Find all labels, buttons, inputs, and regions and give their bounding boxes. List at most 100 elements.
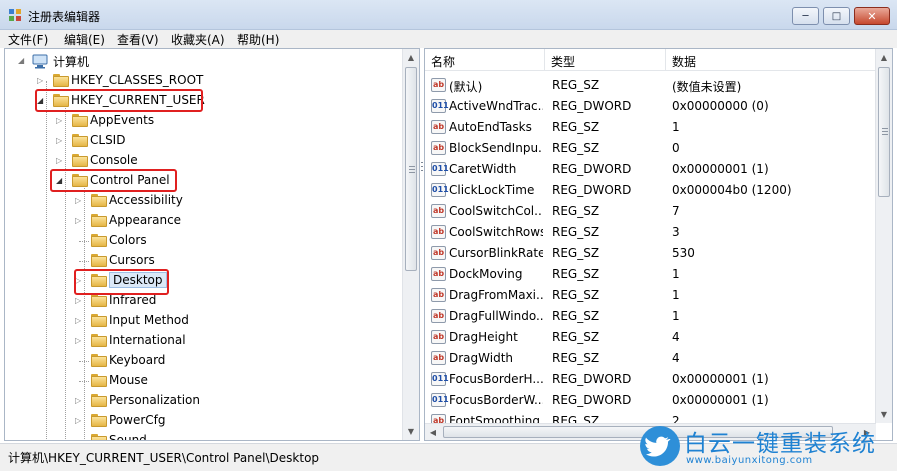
expand-arrow-icon[interactable]: ▷ <box>56 155 66 167</box>
tree-item[interactable]: Cursors <box>5 251 401 271</box>
menu-view[interactable]: 查看(V) <box>117 31 159 48</box>
scroll-down-arrow-icon[interactable]: ▼ <box>403 423 419 439</box>
folder-icon <box>91 394 107 407</box>
tree-item-label: Control Panel <box>90 173 170 187</box>
column-header-name[interactable]: 名称 <box>425 49 545 71</box>
tree-item[interactable]: Keyboard <box>5 351 401 371</box>
value-name: DragFullWindo... <box>449 309 543 323</box>
scroll-down-arrow-icon[interactable]: ▼ <box>876 406 892 422</box>
tree-item[interactable]: ▷ Accessibility <box>5 191 401 211</box>
tree-item[interactable]: ▷ HKEY_CLASSES_ROOT <box>5 71 401 91</box>
column-header-type[interactable]: 类型 <box>545 49 666 71</box>
tree-item[interactable]: ▷ Appearance <box>5 211 401 231</box>
collapse-arrow-icon[interactable]: ◢ <box>56 175 66 187</box>
tree-root-computer[interactable]: ◢ 计算机 <box>5 51 401 71</box>
value-row[interactable]: ab CoolSwitchCol... REG_SZ 7 <box>425 201 876 222</box>
tree-connector <box>79 361 89 362</box>
column-header-data[interactable]: 数据 <box>666 49 876 71</box>
scroll-left-arrow-icon[interactable]: ◀ <box>425 424 441 440</box>
tree-item[interactable]: ▷ International <box>5 331 401 351</box>
value-row[interactable]: ab AutoEndTasks REG_SZ 1 <box>425 117 876 138</box>
value-data: 1 <box>672 309 680 323</box>
folder-icon <box>91 374 107 387</box>
tree-item[interactable]: ▷ Personalization <box>5 391 401 411</box>
tree-item[interactable]: ◢ HKEY_CURRENT_USER <box>5 91 401 111</box>
value-name: (默认) <box>449 80 483 94</box>
string-value-icon: ab <box>431 288 446 302</box>
value-row[interactable]: 011 ActiveWndTrac... REG_DWORD 0x00000000 (… <box>425 96 876 117</box>
tree-item[interactable]: ◢ Control Panel <box>5 171 401 191</box>
value-row[interactable]: ab CoolSwitchRows REG_SZ 3 <box>425 222 876 243</box>
expand-arrow-icon[interactable]: ▷ <box>75 335 85 347</box>
key-tree-pane[interactable]: ◢ 计算机 ▷ HKEY_CLASSES_ROOT ◢ HKEY_CURRENT_US… <box>4 48 420 441</box>
expand-arrow-icon[interactable]: ▷ <box>75 415 85 427</box>
expand-arrow-icon[interactable]: ▷ <box>75 215 85 227</box>
menu-file[interactable]: 文件(F) <box>8 31 48 48</box>
tree-scroll-thumb[interactable] <box>405 67 417 271</box>
value-type: REG_SZ <box>552 141 600 155</box>
value-name: FocusBorderW... <box>449 393 543 407</box>
tree-root-label: 计算机 <box>53 55 90 69</box>
menu-favorites[interactable]: 收藏夹(A) <box>171 31 225 48</box>
value-row[interactable]: ab (默认) REG_SZ (数值未设置) <box>425 75 876 96</box>
value-type: REG_SZ <box>552 120 600 134</box>
menu-help[interactable]: 帮助(H) <box>237 31 279 48</box>
tree-vertical-scrollbar[interactable]: ▲ ▼ <box>402 49 419 440</box>
tree-item[interactable]: Mouse <box>5 371 401 391</box>
value-row[interactable]: ab DragWidth REG_SZ 4 <box>425 348 876 369</box>
value-row[interactable]: ab DragHeight REG_SZ 4 <box>425 327 876 348</box>
tree-item[interactable]: ▷ Console <box>5 151 401 171</box>
value-type: REG_SZ <box>552 225 600 239</box>
value-type: REG_SZ <box>552 78 600 92</box>
value-name: CaretWidth <box>449 162 517 176</box>
tree-item[interactable]: ▷ AppEvents <box>5 111 401 131</box>
folder-icon <box>91 234 107 247</box>
expand-arrow-icon[interactable]: ▷ <box>75 195 85 207</box>
list-vertical-scrollbar[interactable]: ▲ ▼ <box>875 49 892 423</box>
expand-arrow-icon[interactable]: ▷ <box>75 315 85 327</box>
collapse-arrow-icon[interactable]: ◢ <box>37 95 47 107</box>
tree-item[interactable]: ▷ CLSID <box>5 131 401 151</box>
menu-edit[interactable]: 编辑(E) <box>64 31 105 48</box>
collapse-arrow-icon[interactable]: ◢ <box>18 55 28 67</box>
value-row[interactable]: ab DockMoving REG_SZ 1 <box>425 264 876 285</box>
value-row[interactable]: ab DragFromMaxi... REG_SZ 1 <box>425 285 876 306</box>
tree-item[interactable]: Sound <box>5 431 401 440</box>
tree-item[interactable]: ▷ PowerCfg <box>5 411 401 431</box>
tree-item[interactable]: ▷ Infrared <box>5 291 401 311</box>
expand-arrow-icon[interactable]: ▷ <box>56 115 66 127</box>
expand-arrow-icon[interactable]: ▷ <box>75 295 85 307</box>
close-button[interactable]: ✕ <box>854 7 890 25</box>
value-row[interactable]: 011 FocusBorderH... REG_DWORD 0x00000001 (1… <box>425 369 876 390</box>
expand-arrow-icon[interactable]: ▷ <box>75 275 85 287</box>
expand-arrow-icon[interactable]: ▷ <box>56 135 66 147</box>
value-row[interactable]: 011 ClickLockTime REG_DWORD 0x000004b0 (120… <box>425 180 876 201</box>
value-row[interactable]: 011 FocusBorderW... REG_DWORD 0x00000001 (1… <box>425 390 876 411</box>
value-name: DragFromMaxi... <box>449 288 543 302</box>
tree-item-label: Accessibility <box>109 193 183 207</box>
scroll-up-arrow-icon[interactable]: ▲ <box>876 49 892 65</box>
tree-item-label: Console <box>90 153 138 167</box>
tree-item[interactable]: ▷ Input Method <box>5 311 401 331</box>
values-list-pane[interactable]: 名称 类型 数据 ab (默认) REG_SZ (数值未设置) 011 ActiveWnd… <box>424 48 893 441</box>
value-data: 530 <box>672 246 695 260</box>
value-row[interactable]: ab BlockSendInpu... REG_SZ 0 <box>425 138 876 159</box>
value-name: AutoEndTasks <box>449 120 532 134</box>
tree-item[interactable]: Colors <box>5 231 401 251</box>
folder-icon <box>91 314 107 327</box>
value-row[interactable]: 011 CaretWidth REG_DWORD 0x00000001 (1) <box>425 159 876 180</box>
value-row[interactable]: ab DragFullWindo... REG_SZ 1 <box>425 306 876 327</box>
expand-arrow-icon[interactable]: ▷ <box>75 395 85 407</box>
expand-arrow-icon[interactable]: ▷ <box>37 75 47 87</box>
list-scroll-thumb[interactable] <box>878 67 890 197</box>
maximize-button[interactable]: □ <box>823 7 850 25</box>
minimize-button[interactable]: ─ <box>792 7 819 25</box>
scroll-up-arrow-icon[interactable]: ▲ <box>403 49 419 65</box>
value-row[interactable]: ab CursorBlinkRate REG_SZ 530 <box>425 243 876 264</box>
watermark: 白云一键重装系统 www.baiyunxitong.com <box>638 424 893 468</box>
tree-item[interactable]: ▷ Desktop <box>5 271 401 291</box>
folder-icon <box>72 174 88 187</box>
dword-value-icon: 011 <box>431 393 449 407</box>
value-type: REG_SZ <box>552 309 600 323</box>
string-value-icon: ab <box>431 267 446 281</box>
